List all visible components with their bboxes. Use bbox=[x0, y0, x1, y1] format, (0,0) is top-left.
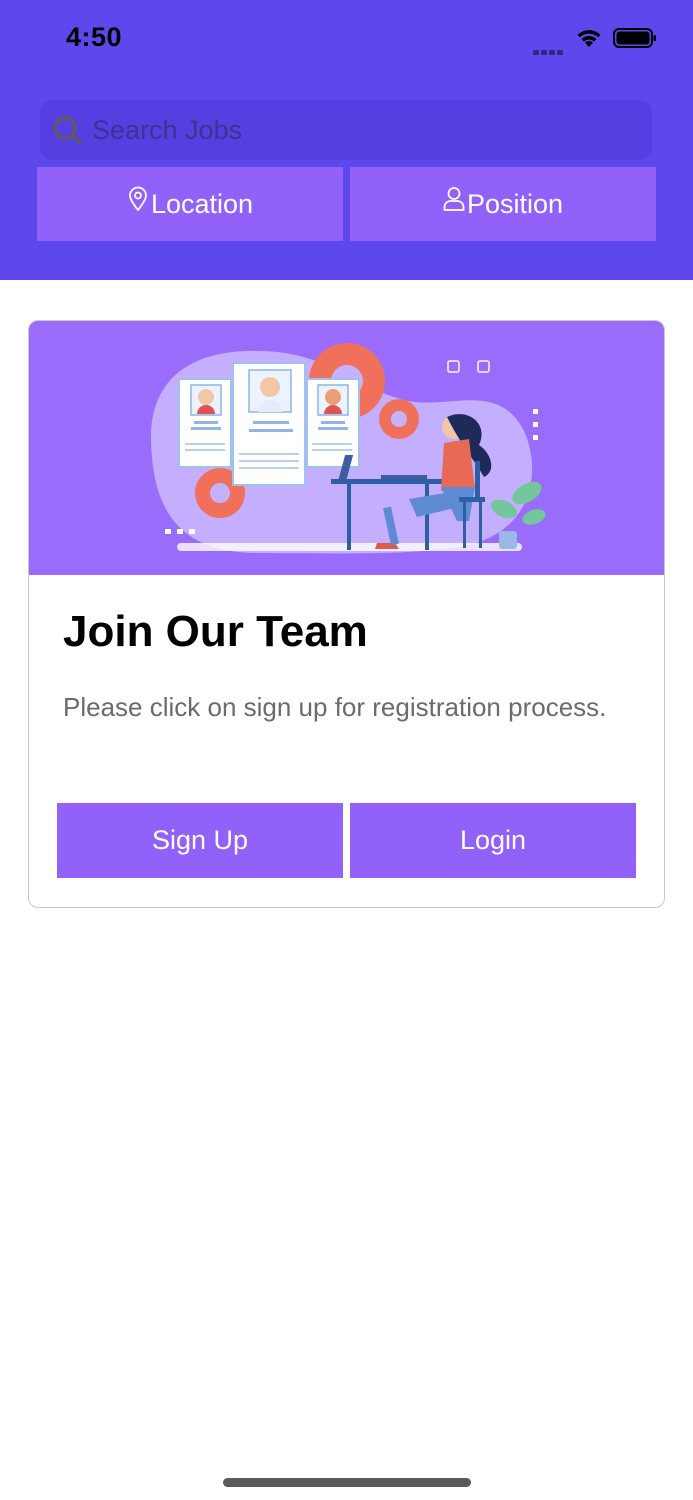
login-button[interactable]: Login bbox=[350, 803, 636, 878]
location-filter-button[interactable]: Location bbox=[37, 167, 343, 241]
card-title: Join Our Team bbox=[63, 607, 368, 656]
join-team-card: Join Our Team Please click on sign up fo… bbox=[28, 320, 665, 908]
sign-up-button[interactable]: Sign Up bbox=[57, 803, 343, 878]
wifi-icon bbox=[577, 30, 601, 47]
recruitment-illustration bbox=[29, 321, 664, 575]
search-icon bbox=[53, 116, 82, 145]
search-input[interactable] bbox=[92, 114, 612, 146]
location-filter-label: Location bbox=[150, 188, 254, 219]
cellular-signal-icon bbox=[533, 42, 567, 55]
search-bar[interactable] bbox=[40, 100, 652, 160]
app-header: 4:50 Location Position bbox=[0, 0, 693, 280]
battery-icon bbox=[613, 28, 656, 48]
status-time: 4:50 bbox=[66, 22, 123, 52]
position-filter-label: Position bbox=[466, 188, 564, 219]
home-indicator[interactable] bbox=[223, 1478, 471, 1487]
position-filter-button[interactable]: Position bbox=[350, 167, 656, 241]
card-description: Please click on sign up for registration… bbox=[63, 692, 607, 722]
map-pin-icon bbox=[129, 186, 147, 212]
person-icon bbox=[443, 187, 465, 211]
recruitment-illustration-art bbox=[150, 343, 546, 554]
